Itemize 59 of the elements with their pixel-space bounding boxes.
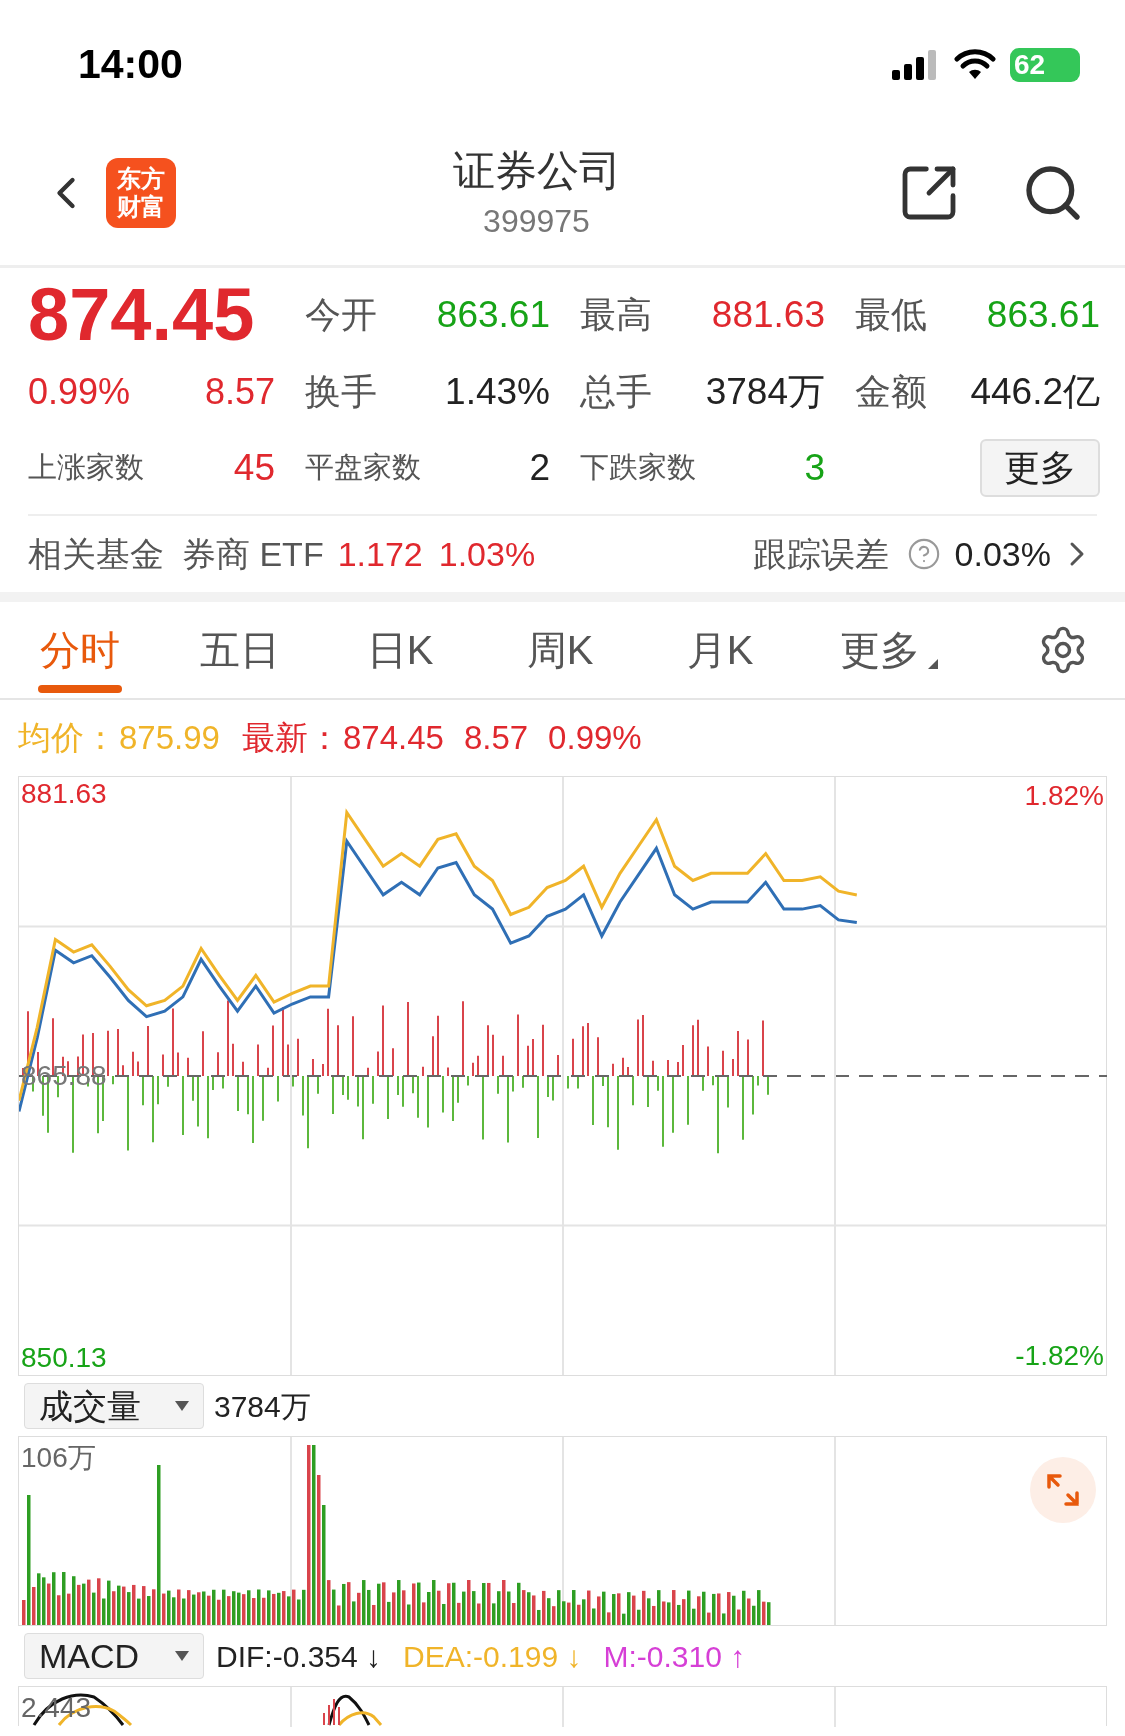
breadth-label: 上涨家数 xyxy=(28,450,144,486)
latest-price-label: 最新： xyxy=(241,718,341,759)
macd-value: DEA:-0.199 ↓ xyxy=(403,1638,582,1675)
stock-code: 399975 xyxy=(483,201,590,241)
wifi-icon xyxy=(954,49,996,81)
stat-value: 446.2亿 xyxy=(970,370,1100,415)
latest-change: 8.57 xyxy=(463,718,529,759)
stat-value: 881.63 xyxy=(711,293,825,338)
indicator-dropdown[interactable]: 成交量 xyxy=(24,1383,204,1429)
volume-axis-label: 106万 xyxy=(21,1441,96,1475)
percent-axis-label: 1.82% xyxy=(1024,779,1104,813)
y-axis-label: 850.13 xyxy=(21,1341,107,1375)
chart-tab[interactable]: 日K xyxy=(320,601,480,699)
stat-label: 总手 xyxy=(580,370,652,414)
chart-tab[interactable]: 分时 xyxy=(0,601,160,699)
help-icon[interactable] xyxy=(906,537,941,571)
fund-change: 1.03% xyxy=(438,533,536,575)
more-menu-tab[interactable]: 更多 xyxy=(800,601,960,699)
fund-price: 1.172 xyxy=(337,533,423,575)
stat-value: 863.61 xyxy=(436,293,550,338)
app-logo: 东方 财富 xyxy=(106,157,176,228)
last-price: 874.45 xyxy=(28,273,255,356)
stat-label: 最低 xyxy=(855,293,927,337)
stat-label: 换手 xyxy=(305,370,377,414)
average-price: 875.99 xyxy=(119,718,220,759)
breadth-value: 2 xyxy=(529,446,550,491)
latest-change-percent: 0.99% xyxy=(548,718,642,759)
stat-value: 863.61 xyxy=(986,293,1100,338)
status-time: 14:00 xyxy=(78,40,183,90)
indicator-dropdown[interactable]: MACD xyxy=(24,1633,204,1679)
expand-icon xyxy=(1046,1473,1080,1507)
change-percent: 0.99% xyxy=(28,370,131,414)
average-price-label: 均价： xyxy=(18,718,117,759)
chart-tab[interactable]: 月K xyxy=(640,601,800,699)
battery-level: 62 xyxy=(1010,48,1080,82)
latest-price: 874.45 xyxy=(342,718,444,759)
stat-label: 金额 xyxy=(855,370,927,414)
more-button[interactable]: 更多 xyxy=(980,439,1100,497)
fund-name: 券商 ETF xyxy=(182,533,324,575)
stat-label: 今开 xyxy=(305,293,377,337)
breadth-label: 下跌家数 xyxy=(580,450,696,486)
breadth-value: 45 xyxy=(233,446,275,491)
macd-value: M:-0.310 ↑ xyxy=(603,1638,746,1675)
chart-tab[interactable]: 五日 xyxy=(160,601,320,699)
macd-value: DIF:-0.354 ↓ xyxy=(216,1638,382,1675)
total-volume: 3784万 xyxy=(214,1388,311,1425)
stat-value: 1.43% xyxy=(445,370,550,415)
fund-label: 相关基金 xyxy=(28,533,164,575)
stat-label: 最高 xyxy=(580,293,652,337)
breadth-value: 3 xyxy=(804,446,825,491)
percent-axis-label: -1.82% xyxy=(1015,1339,1104,1373)
change-amount: 8.57 xyxy=(204,370,275,414)
tracking-error-label: 跟踪误差 xyxy=(752,533,889,575)
page-title: 证券公司 xyxy=(452,145,621,196)
y-axis-label: 881.63 xyxy=(21,777,107,811)
breadth-label: 平盘家数 xyxy=(305,450,421,486)
stat-value: 3784万 xyxy=(705,370,825,415)
tracking-error-value: 0.03% xyxy=(954,533,1051,575)
chart-tab[interactable]: 周K xyxy=(480,601,640,699)
